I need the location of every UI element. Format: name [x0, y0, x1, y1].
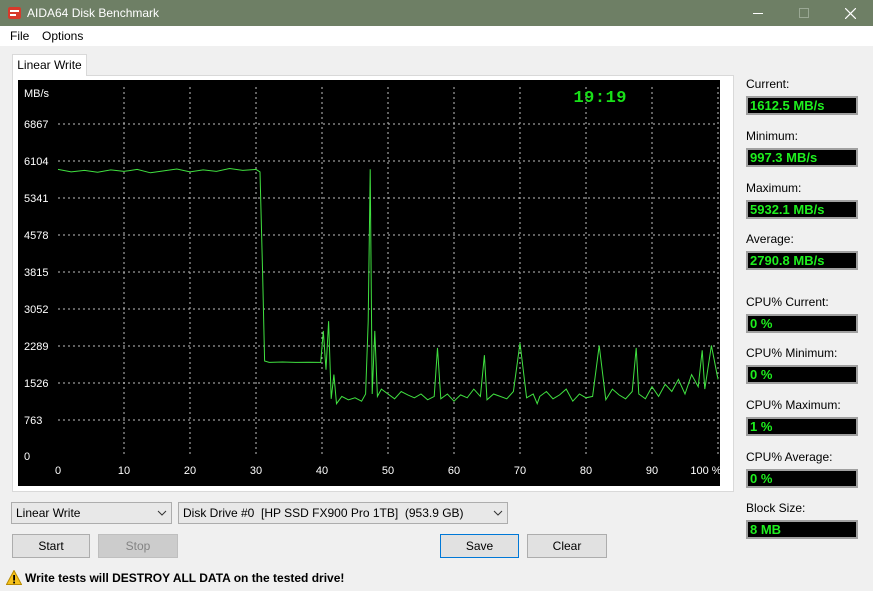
y-tick-label: 5341	[24, 193, 48, 205]
stat-label: Average:	[746, 232, 794, 246]
benchmark-chart: 0 10 20 30 40 50 60 70 80 90 100 % 6867 6104 5341 4578…	[18, 80, 720, 486]
test-type-value: Linear Write	[16, 506, 81, 520]
app-icon	[8, 7, 21, 19]
chevron-down-icon	[157, 510, 167, 516]
save-button[interactable]: Save	[440, 534, 519, 558]
y-tick-label: 0	[24, 451, 30, 463]
x-tick-label: 50	[382, 465, 394, 477]
stat-value: 0 %	[746, 314, 858, 333]
x-tick-label: 10	[118, 465, 130, 477]
stat-value: 2790.8 MB/s	[746, 251, 858, 270]
maximize-icon	[799, 8, 809, 18]
y-tick-label: 6104	[24, 156, 48, 168]
stat-value: 5932.1 MB/s	[746, 200, 858, 219]
menu-file[interactable]: File	[10, 29, 29, 43]
y-axis-unit-label: MB/s	[24, 88, 50, 100]
stat-label: Minimum:	[746, 129, 799, 143]
clear-button[interactable]: Clear	[527, 534, 607, 558]
stat-value: 1612.5 MB/s	[746, 96, 858, 115]
test-type-select[interactable]: Linear Write	[11, 502, 172, 524]
x-tick-label: 0	[55, 465, 61, 477]
x-tick-label: 40	[316, 465, 328, 477]
y-tick-label: 763	[24, 415, 42, 427]
stat-label: CPU% Minimum:	[746, 346, 838, 360]
start-button[interactable]: Start	[12, 534, 90, 558]
chart-svg: 0 10 20 30 40 50 60 70 80 90 100 % 6867 6104 5341 4578…	[24, 87, 720, 477]
warning-bar: Write tests will DESTROY ALL DATA on the…	[0, 566, 873, 591]
x-tick-label: 30	[250, 465, 262, 477]
drive-value: Disk Drive #0 [HP SSD FX900 Pro 1TB] (95…	[183, 506, 464, 520]
y-tick-label: 1526	[24, 378, 48, 390]
stat-value: 8 MB	[746, 520, 858, 539]
x-tick-label: 20	[184, 465, 196, 477]
maximize-button[interactable]	[781, 0, 827, 26]
y-tick-label: 2289	[24, 341, 48, 353]
chevron-down-icon	[493, 510, 503, 516]
x-tick-label: 90	[646, 465, 658, 477]
y-tick-label: 3052	[24, 304, 48, 316]
stat-value: 1 %	[746, 417, 858, 436]
chart-clock: 19:19	[573, 89, 627, 108]
warning-icon	[6, 570, 22, 585]
stop-button[interactable]: Stop	[98, 534, 178, 558]
close-button[interactable]	[827, 0, 873, 26]
stat-label: Block Size:	[746, 501, 806, 515]
x-tick-label: 80	[580, 465, 592, 477]
stat-label: Maximum:	[746, 181, 802, 195]
y-tick-label: 3815	[24, 267, 48, 279]
stat-value: 997.3 MB/s	[746, 148, 858, 167]
title-bar: AIDA64 Disk Benchmark	[0, 0, 873, 26]
stat-label: CPU% Current:	[746, 295, 829, 309]
stat-label: CPU% Average:	[746, 450, 833, 464]
x-tick-label: 100 %	[690, 465, 720, 477]
window-title: AIDA64 Disk Benchmark	[27, 6, 160, 20]
y-tick-label: 4578	[24, 230, 48, 242]
drive-select[interactable]: Disk Drive #0 [HP SSD FX900 Pro 1TB] (95…	[178, 502, 508, 524]
minimize-button[interactable]	[735, 0, 781, 26]
menu-bar: File Options	[0, 26, 873, 46]
x-tick-label: 70	[514, 465, 526, 477]
stat-label: CPU% Maximum:	[746, 398, 841, 412]
x-tick-label: 60	[448, 465, 460, 477]
warning-text: Write tests will DESTROY ALL DATA on the…	[25, 571, 345, 585]
minimize-icon	[753, 13, 763, 14]
menu-options[interactable]: Options	[42, 29, 83, 43]
y-tick-label: 6867	[24, 119, 48, 131]
stat-label: Current:	[746, 77, 790, 91]
stat-value: 0 %	[746, 365, 858, 384]
tab-linear-write[interactable]: Linear Write	[12, 54, 87, 76]
close-icon	[844, 7, 856, 19]
stat-value: 0 %	[746, 469, 858, 488]
